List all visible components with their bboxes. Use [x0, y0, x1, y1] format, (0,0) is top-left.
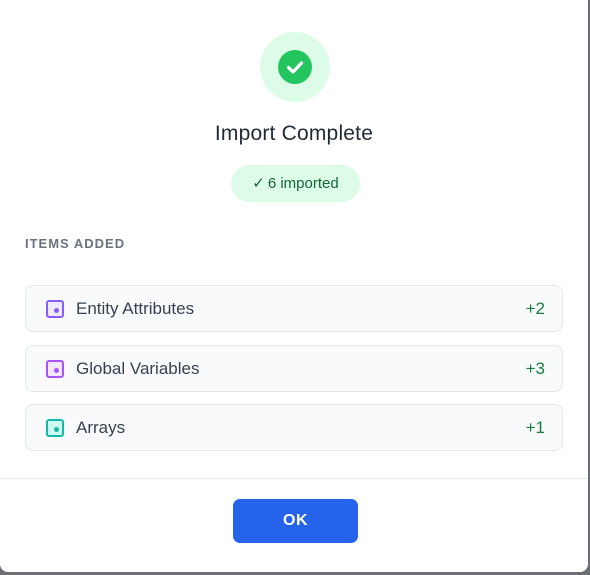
item-count: +2	[525, 299, 545, 318]
import-complete-dialog: Import Complete ✓ 6 imported ITEMS ADDED …	[0, 0, 588, 572]
item-label: Entity Attributes	[76, 299, 195, 318]
list-item-global-variables: Global Variables +3	[25, 345, 563, 392]
item-label: Arrays	[76, 418, 126, 437]
item-label: Global Variables	[76, 359, 200, 378]
checkmark-icon	[278, 50, 312, 84]
badge-check-icon: ✓	[252, 175, 265, 192]
badge-text: 6 imported	[267, 175, 339, 192]
ok-button[interactable]: OK	[233, 499, 358, 543]
footer-divider	[0, 478, 588, 479]
success-icon-ring	[260, 32, 330, 102]
list-item-entity-attributes: Entity Attributes +2	[25, 285, 563, 332]
dialog-title: Import Complete	[214, 122, 374, 145]
section-label: ITEMS ADDED	[25, 236, 126, 251]
item-count: +1	[525, 418, 545, 437]
array-icon	[46, 419, 64, 437]
attribute-icon	[46, 300, 64, 318]
list-item-arrays: Arrays +1	[25, 404, 563, 451]
item-count: +3	[525, 359, 545, 378]
variable-icon	[46, 360, 64, 378]
dialog-header: Import Complete ✓ 6 imported	[0, 0, 588, 220]
imported-count-badge: ✓ 6 imported	[231, 165, 360, 202]
